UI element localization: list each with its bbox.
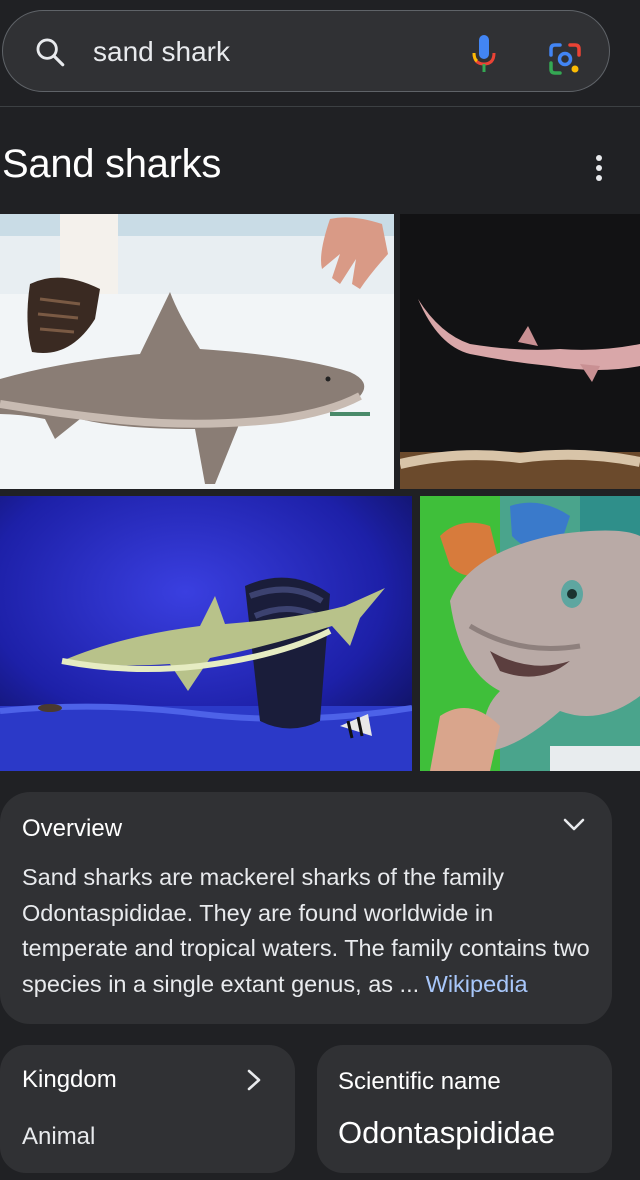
sand-shark-swimming-dark-image[interactable] [400, 214, 640, 489]
chevron-down-icon[interactable] [562, 815, 586, 835]
mic-icon[interactable] [469, 33, 499, 75]
kingdom-label: Kingdom [22, 1066, 117, 1093]
wikipedia-link[interactable]: Wikipedia [426, 971, 528, 997]
overview-title: Overview [22, 815, 123, 842]
scientific-name-value: Odontaspididae [338, 1115, 556, 1150]
lens-icon[interactable] [547, 41, 583, 77]
search-results-page: sand shark Sand sharks Overview Sand sha… [0, 0, 640, 1180]
search-input[interactable]: sand shark [93, 33, 230, 71]
scientific-name-card[interactable] [317, 1045, 612, 1173]
sand-shark-on-deck-image[interactable] [0, 214, 394, 489]
sand-shark-aquarium-image[interactable] [0, 496, 412, 771]
more-vert-icon[interactable] [591, 153, 607, 183]
kingdom-value: Animal [22, 1123, 96, 1150]
overview-description: Sand sharks are mackerel sharks of the f… [22, 860, 602, 1002]
sand-shark-closeup-image[interactable] [420, 496, 640, 771]
scientific-name-label: Scientific name [338, 1068, 501, 1095]
chevron-right-icon[interactable] [245, 1068, 263, 1092]
header-divider [0, 106, 640, 107]
page-title: Sand sharks [2, 142, 222, 186]
search-bar[interactable]: sand shark [2, 10, 610, 92]
search-icon[interactable] [33, 35, 67, 69]
